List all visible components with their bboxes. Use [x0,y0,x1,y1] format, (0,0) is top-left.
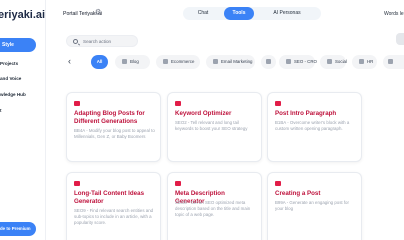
card-description: BB4A - Modify your blog post to appeal t… [74,128,155,140]
tool-icon [74,101,80,106]
tab-chat[interactable]: Chat [183,7,223,20]
cart-icon [163,58,168,64]
category-all[interactable]: All [91,55,108,69]
sidebar-item-partial[interactable]: t [0,108,2,113]
category-social[interactable]: Social [320,55,347,69]
tool-icon [275,181,281,186]
card-title: Keyword Optimizer [175,110,232,117]
category-blog[interactable]: Blog [115,55,150,69]
chart-icon [286,58,291,64]
tool-card[interactable]: Long-Tail Content Ideas Generator SEO9 -… [66,172,161,240]
toolbar-button-partial[interactable] [396,33,404,45]
tool-icon [175,181,181,186]
search-icon [73,39,78,44]
category-seo-cro[interactable]: SEO - CRO [279,55,317,69]
card-description: SEO2 - Tell relevant and long tail keywo… [175,120,248,132]
tool-card[interactable]: Post Intro Paragraph B1BA - Overcome wri… [267,92,362,162]
mode-tabs: Chat Tools AI Personas [183,7,321,20]
card-title: Post Intro Paragraph [275,110,337,117]
chevron-left-icon[interactable]: ‹ [68,56,71,66]
sidebar: eriyaki.ai Style Projects and Voice wled… [0,0,46,240]
search-input[interactable]: Search action [66,35,138,47]
search-placeholder: Search action [83,39,112,44]
tool-icon [275,101,281,106]
card-description: B99A - Generate an engaging post for you… [275,200,349,212]
tool-card[interactable]: Adapting Blog Posts for Different Genera… [66,92,161,162]
category-hr[interactable]: HR [352,55,377,69]
sidebar-item-knowledge-hub[interactable]: wledge Hub [0,92,26,97]
upgrade-premium-button[interactable]: de to Premium [0,222,36,236]
sidebar-item-style[interactable]: Style [0,38,36,52]
tab-ai-personas[interactable]: AI Personas [255,7,319,20]
tool-card[interactable]: Keyword Optimizer SEO2 - Tell relevant a… [167,92,262,162]
category-unlabeled[interactable] [261,55,276,69]
gear-icon[interactable]: ⚙ [95,9,103,17]
category-email-marketing[interactable]: Email Marketing [206,55,255,69]
tool-icon [175,101,181,106]
users-icon [359,58,364,64]
sidebar-item-projects[interactable]: Projects [0,61,18,66]
social-icon [327,58,332,64]
tool-card[interactable]: Creating a Post B99A - Generate an engag… [267,172,362,240]
words-left-counter: Words le [384,11,404,17]
brand-logo: eriyaki.ai [0,9,46,21]
sidebar-item-brand-voice[interactable]: and Voice [0,76,21,81]
card-description: B1BA - Overcome writer's block with a cu… [275,120,350,132]
card-title: Long-Tail Content Ideas Generator [74,190,145,205]
tool-card[interactable]: Meta Description Generator SEO8 - Get an… [167,172,262,240]
category-ecommerce[interactable]: Ecommerce [156,55,200,69]
tab-tools[interactable]: Tools [224,7,254,20]
card-title: Creating a Post [275,190,321,197]
blog-icon [122,58,127,64]
mail-icon [213,58,218,64]
category-icon [266,58,271,64]
card-description: SEO9 - Find relevant search entities and… [74,208,154,226]
category-icon [388,58,393,64]
card-title: Adapting Blog Posts for Different Genera… [74,110,145,125]
card-description: SEO8 - Get an SEO optimized meta descrip… [175,200,251,218]
tool-icon [74,181,80,186]
category-partial[interactable] [383,55,404,69]
